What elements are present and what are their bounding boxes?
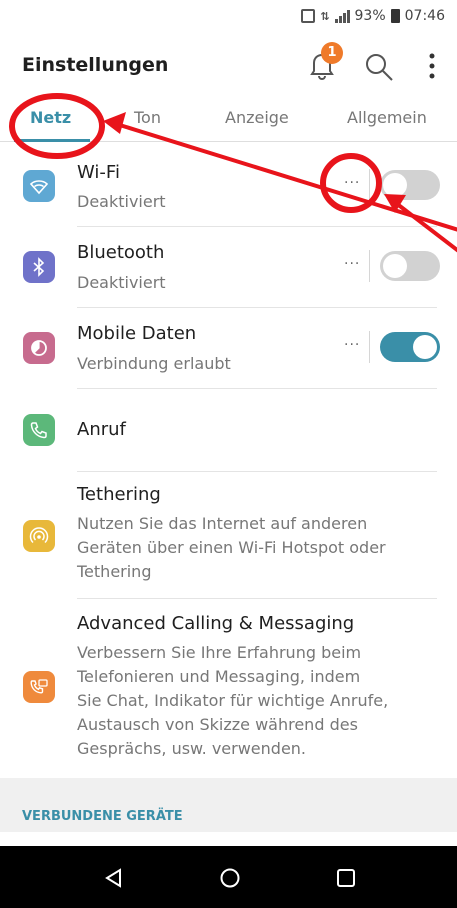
bluetooth-status: Deaktiviert [77, 273, 166, 292]
wifi-row[interactable]: Wi-Fi Deaktiviert ··· [0, 148, 457, 226]
divider [369, 331, 370, 363]
more-options-icon[interactable] [422, 48, 442, 84]
tab-anzeige[interactable]: Anzeige [225, 108, 289, 127]
advanced-calling-description-line: Austausch von Skizze während des [77, 715, 358, 734]
phone-icon [23, 414, 55, 446]
tab-bar: Netz Ton Anzeige Allgemein [0, 96, 457, 142]
mobile-data-title: Mobile Daten [77, 323, 197, 344]
wifi-more-button[interactable]: ··· [344, 175, 360, 191]
data-icon: ⇅ [320, 9, 330, 23]
back-icon[interactable] [103, 867, 125, 889]
mobile-data-row[interactable]: Mobile Daten Verbindung erlaubt ··· [0, 308, 457, 388]
clock: 07:46 [404, 8, 445, 24]
mobile-data-status: Verbindung erlaubt [77, 354, 231, 373]
bluetooth-icon [23, 251, 55, 283]
advanced-calling-description-line: Telefonieren und Messaging, indem [77, 667, 361, 686]
wifi-title: Wi-Fi [77, 162, 120, 183]
wifi-toggle[interactable] [380, 170, 440, 200]
advanced-calling-icon [23, 671, 55, 703]
tethering-description-line: Nutzen Sie das Internet auf anderen [77, 514, 368, 533]
status-icons: ⇅ 93% 07:46 [301, 8, 445, 24]
notification-badge: 1 [321, 42, 343, 64]
divider [369, 250, 370, 282]
tab-netz[interactable]: Netz [30, 108, 71, 127]
bluetooth-toggle[interactable] [380, 251, 440, 281]
wifi-icon [23, 170, 55, 202]
battery-icon [390, 9, 400, 23]
app-bar: Einstellungen 1 [0, 34, 457, 96]
status-bar: ⇅ 93% 07:46 [0, 0, 457, 34]
page-title: Einstellungen [22, 54, 169, 76]
battery-percent: 93% [354, 8, 386, 24]
mobile-data-toggle[interactable] [380, 332, 440, 362]
tethering-row[interactable]: Tethering Nutzen Sie das Internet auf an… [0, 472, 457, 598]
tethering-description-line: Geräten über einen Wi-Fi Hotspot oder [77, 538, 386, 557]
advanced-calling-title: Advanced Calling & Messaging [77, 613, 355, 634]
search-icon[interactable] [362, 50, 396, 84]
bluetooth-more-button[interactable]: ··· [344, 256, 360, 272]
signal-icon [334, 9, 350, 23]
tethering-description-line: Tethering [77, 562, 152, 581]
recent-apps-icon[interactable] [335, 867, 357, 889]
divider [369, 169, 370, 201]
bluetooth-row[interactable]: Bluetooth Deaktiviert ··· [0, 227, 457, 307]
call-title: Anruf [77, 419, 126, 440]
advanced-calling-row[interactable]: Advanced Calling & Messaging Verbessern … [0, 599, 457, 777]
tab-allgemein[interactable]: Allgemein [347, 108, 427, 127]
advanced-calling-description-line: Verbessern Sie Ihre Erfahrung beim [77, 643, 362, 662]
call-row[interactable]: Anruf [0, 389, 457, 471]
advanced-calling-description-line: Sie Chat, Indikator für wichtige Anrufe, [77, 691, 389, 710]
vibrate-icon [301, 9, 316, 23]
hotspot-icon [23, 520, 55, 552]
tethering-title: Tethering [77, 484, 161, 505]
home-icon[interactable] [219, 867, 241, 889]
bluetooth-title: Bluetooth [77, 242, 165, 263]
mobile-data-more-button[interactable]: ··· [344, 337, 360, 353]
wifi-status: Deaktiviert [77, 192, 166, 211]
connected-devices-header: VERBUNDENE GERÄTE [22, 809, 183, 824]
tab-ton[interactable]: Ton [134, 108, 161, 127]
advanced-calling-description-line: Gesprächs, usw. verwenden. [77, 739, 307, 758]
active-tab-indicator [14, 139, 90, 142]
mobile-data-icon [23, 332, 55, 364]
navigation-bar [0, 846, 457, 908]
